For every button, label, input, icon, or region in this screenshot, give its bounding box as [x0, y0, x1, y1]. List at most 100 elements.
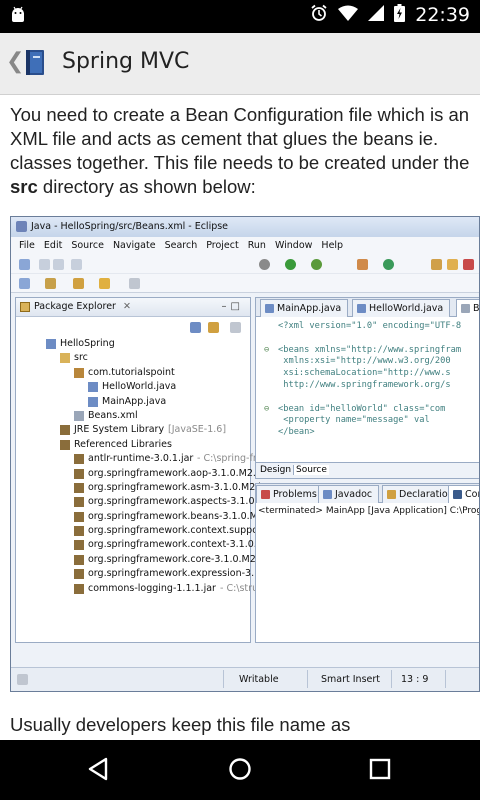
package-explorer-toolbar [16, 317, 250, 337]
tree-item-label: HelloWorld.java [102, 381, 177, 393]
divider [445, 670, 446, 688]
article-paragraph-2: Usually developers keep this file name a… [10, 714, 351, 735]
tree-item-detail: [JavaSE-1.6] [168, 424, 227, 436]
java-file-icon [357, 304, 366, 313]
tree-item: org.springframework.core-3.1.0.M2.jar [16, 553, 271, 567]
book-icon[interactable] [24, 49, 46, 81]
tab-helloworld: HelloWorld.java [352, 299, 451, 317]
back-icon[interactable] [86, 756, 112, 786]
collapse-all-icon [190, 322, 201, 333]
code-text: <beans xmlns="http://www.springfram [278, 344, 462, 355]
tree-item: HelloSpring [16, 337, 250, 351]
xml-icon [74, 410, 84, 421]
last-edit-icon [73, 278, 84, 289]
tab-console: Cons [448, 485, 479, 503]
minimize-maximize-icons: –□ [221, 301, 244, 312]
tab-label: B [473, 303, 480, 314]
tree-item-label: MainApp.java [102, 395, 167, 407]
xml-file-icon [461, 304, 470, 313]
tree-item: org.springframework.context.support- [16, 524, 269, 538]
lib-icon [60, 425, 70, 436]
navigation-bar [0, 740, 480, 800]
app-bar: ❮ Spring MVC [0, 33, 480, 95]
code-line: ⊖ <bean id="helloWorld" class="com [264, 404, 445, 416]
tree-item: Referenced Libraries [16, 438, 250, 452]
menu-item: Help [321, 240, 344, 251]
menu-item: Edit [43, 240, 63, 251]
tree-item-label: src [74, 352, 88, 364]
save-all-icon [53, 259, 64, 270]
tree-item-label: commons-logging-1.1.1.jar [88, 582, 216, 594]
menu-item: Project [206, 240, 239, 251]
tree-item: Beans.xml [16, 409, 250, 423]
tree-item-label: antlr-runtime-3.0.1.jar [88, 453, 194, 465]
tree-item: org.springframework.aspects-3.1.0.M2 [16, 495, 272, 509]
article-paragraph: You need to create a Bean Configuration … [10, 103, 472, 199]
java-file-icon [265, 304, 274, 313]
jar-icon [74, 497, 84, 508]
folder-icon [60, 353, 70, 364]
tree-item: org.springframework.beans-3.1.0.M2.ja [16, 510, 275, 524]
tree-item-label: org.springframework.context.support- [88, 525, 270, 537]
wifi-icon [338, 5, 359, 25]
package-explorer-pane: Package Explorer ✕ –□ HelloSpring src com.… [15, 297, 275, 643]
xml-editor-pane: MainApp.java HelloWorld.java B <?xml ver… [255, 297, 480, 479]
run-icon [285, 259, 296, 270]
article-content: You need to create a Bean Configuration … [0, 95, 480, 740]
jar-icon [74, 540, 84, 551]
jar-icon [74, 569, 84, 580]
java-icon [88, 382, 98, 393]
code-line: xmlns:xsi="http://www.w3.org/200 [264, 356, 451, 368]
recents-icon[interactable] [367, 756, 393, 786]
tab-beans-xml: B [456, 299, 480, 317]
console-tabs: Problems Javadoc Declaration Cons [256, 484, 479, 503]
link-editor-icon [208, 322, 219, 333]
tree-item-label: org.springframework.aspects-3.1.0.M2 [88, 496, 272, 508]
package-explorer-header: Package Explorer ✕ –□ [16, 298, 250, 317]
fast-view-icon [17, 674, 28, 685]
eclipse-title-bar: Java - HelloSpring/src/Beans.xml - Eclip… [11, 217, 479, 237]
home-icon[interactable] [227, 756, 253, 786]
new-class-icon [383, 259, 394, 270]
tree-item: src [16, 351, 250, 365]
code-text: xmlns:xsi="http://www.w3.org/200 [278, 356, 451, 367]
tab-label: MainApp.java [277, 303, 342, 314]
tree-item: com.tutorialspoint [16, 366, 250, 380]
package-explorer-title: Package Explorer [34, 301, 116, 312]
tree-item-label: org.springframework.aop-3.1.0.M2.jar [88, 467, 269, 479]
console-output: <terminated> MainApp [Java Application] … [258, 506, 480, 516]
project-icon [46, 339, 56, 349]
tree-item-label: org.springframework.context-3.1.0.M2 [88, 539, 272, 551]
code-line: xsi:schemaLocation="http://www.s [264, 368, 451, 380]
debug-icon [259, 259, 270, 270]
jar-icon [74, 554, 84, 565]
code-text: xsi:schemaLocation="http://www.s [278, 368, 451, 379]
tree-item: org.springframework.aop-3.1.0.M2.jar [16, 467, 268, 481]
status-insert-mode: Smart Insert [321, 674, 381, 685]
fold-marker-icon: ⊖ [264, 403, 270, 414]
back-chevron-icon[interactable]: ❮ [6, 49, 24, 74]
jar-icon [74, 583, 84, 594]
eclipse-screenshot-image: Java - HelloSpring/src/Beans.xml - Eclip… [10, 216, 480, 692]
menu-item: Run [247, 240, 266, 251]
tab-mainapp: MainApp.java [260, 299, 349, 317]
tree-item-label: org.springframework.asm-3.1.0.M2.jar [88, 481, 271, 493]
tree-item-label: org.springframework.expression-3.1.0.I [88, 568, 276, 580]
menu-item: Search [164, 240, 198, 251]
tree-item-label: JRE System Library [74, 424, 165, 436]
tree-item: JRE System Library [JavaSE-1.6] [16, 423, 250, 437]
jar-icon [74, 468, 84, 479]
jar-icon [74, 482, 84, 493]
console-icon [453, 490, 462, 499]
code-text: </bean> [278, 427, 315, 438]
tree-item: org.springframework.asm-3.1.0.M2.jar [16, 481, 271, 495]
editor-tabs: MainApp.java HelloWorld.java B [256, 298, 480, 317]
tab-label: Declaration [399, 489, 454, 500]
tree-item: HelloWorld.java [16, 380, 250, 394]
new-icon [19, 259, 30, 270]
code-line: <?xml version="1.0" encoding="UTF-8 [264, 321, 461, 333]
tab-javadoc: Javadoc [318, 485, 380, 503]
eclipse-toolbar-secondary [11, 274, 479, 293]
problems-icon [261, 490, 270, 499]
